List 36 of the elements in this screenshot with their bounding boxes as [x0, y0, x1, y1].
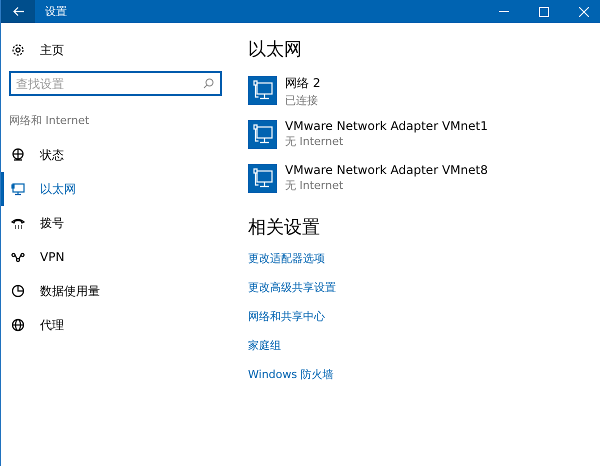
page-title: 以太网 [248, 38, 303, 61]
home-nav-item[interactable]: 主页 [11, 38, 64, 62]
section-title: 相关设置 [248, 216, 321, 239]
back-arrow-icon [12, 7, 24, 16]
minimize-icon [499, 11, 509, 12]
monitor-icon [11, 182, 25, 196]
globe-icon [11, 148, 25, 162]
gear-icon [11, 43, 25, 57]
search-field[interactable]: 查找设置 [9, 71, 222, 96]
search-icon [203, 78, 214, 89]
section-heading: 网络和 Internet [9, 113, 90, 129]
nav-item[interactable]: 数据使用量 [1, 274, 231, 308]
settings-link[interactable]: Windows 防火墙 [248, 367, 334, 396]
close-icon [579, 6, 589, 16]
nav-item[interactable]: 以太网 [1, 172, 231, 206]
globe-icon [11, 318, 25, 332]
nav-item[interactable]: 代理 [1, 308, 231, 342]
adapter-status: 无 Internet [285, 134, 344, 149]
pie-chart-icon [11, 284, 25, 298]
settings-link[interactable]: 网络和共享中心 [248, 309, 325, 338]
phone-icon [11, 216, 25, 230]
vpn-icon [11, 250, 25, 264]
nav-item[interactable]: VPN [1, 240, 231, 274]
adapter-name[interactable]: 网络 2 [285, 75, 320, 92]
settings-link[interactable]: 更改高级共享设置 [248, 280, 336, 309]
adapter-name[interactable]: VMware Network Adapter VMnet8 [285, 163, 488, 177]
adapter-status: 无 Internet [285, 178, 344, 193]
maximize-icon [539, 6, 549, 16]
back-button[interactable] [1, 0, 35, 23]
adapter-status: 已连接 [285, 93, 319, 108]
nav-item[interactable]: 状态 [1, 138, 231, 172]
nav-item[interactable]: 拨号 [1, 206, 231, 240]
adapter-name[interactable]: VMware Network Adapter VMnet1 [285, 119, 488, 133]
settings-link[interactable]: 家庭组 [248, 338, 281, 367]
settings-link[interactable]: 更改适配器选项 [248, 251, 325, 280]
window-title: 设置 [45, 4, 68, 19]
